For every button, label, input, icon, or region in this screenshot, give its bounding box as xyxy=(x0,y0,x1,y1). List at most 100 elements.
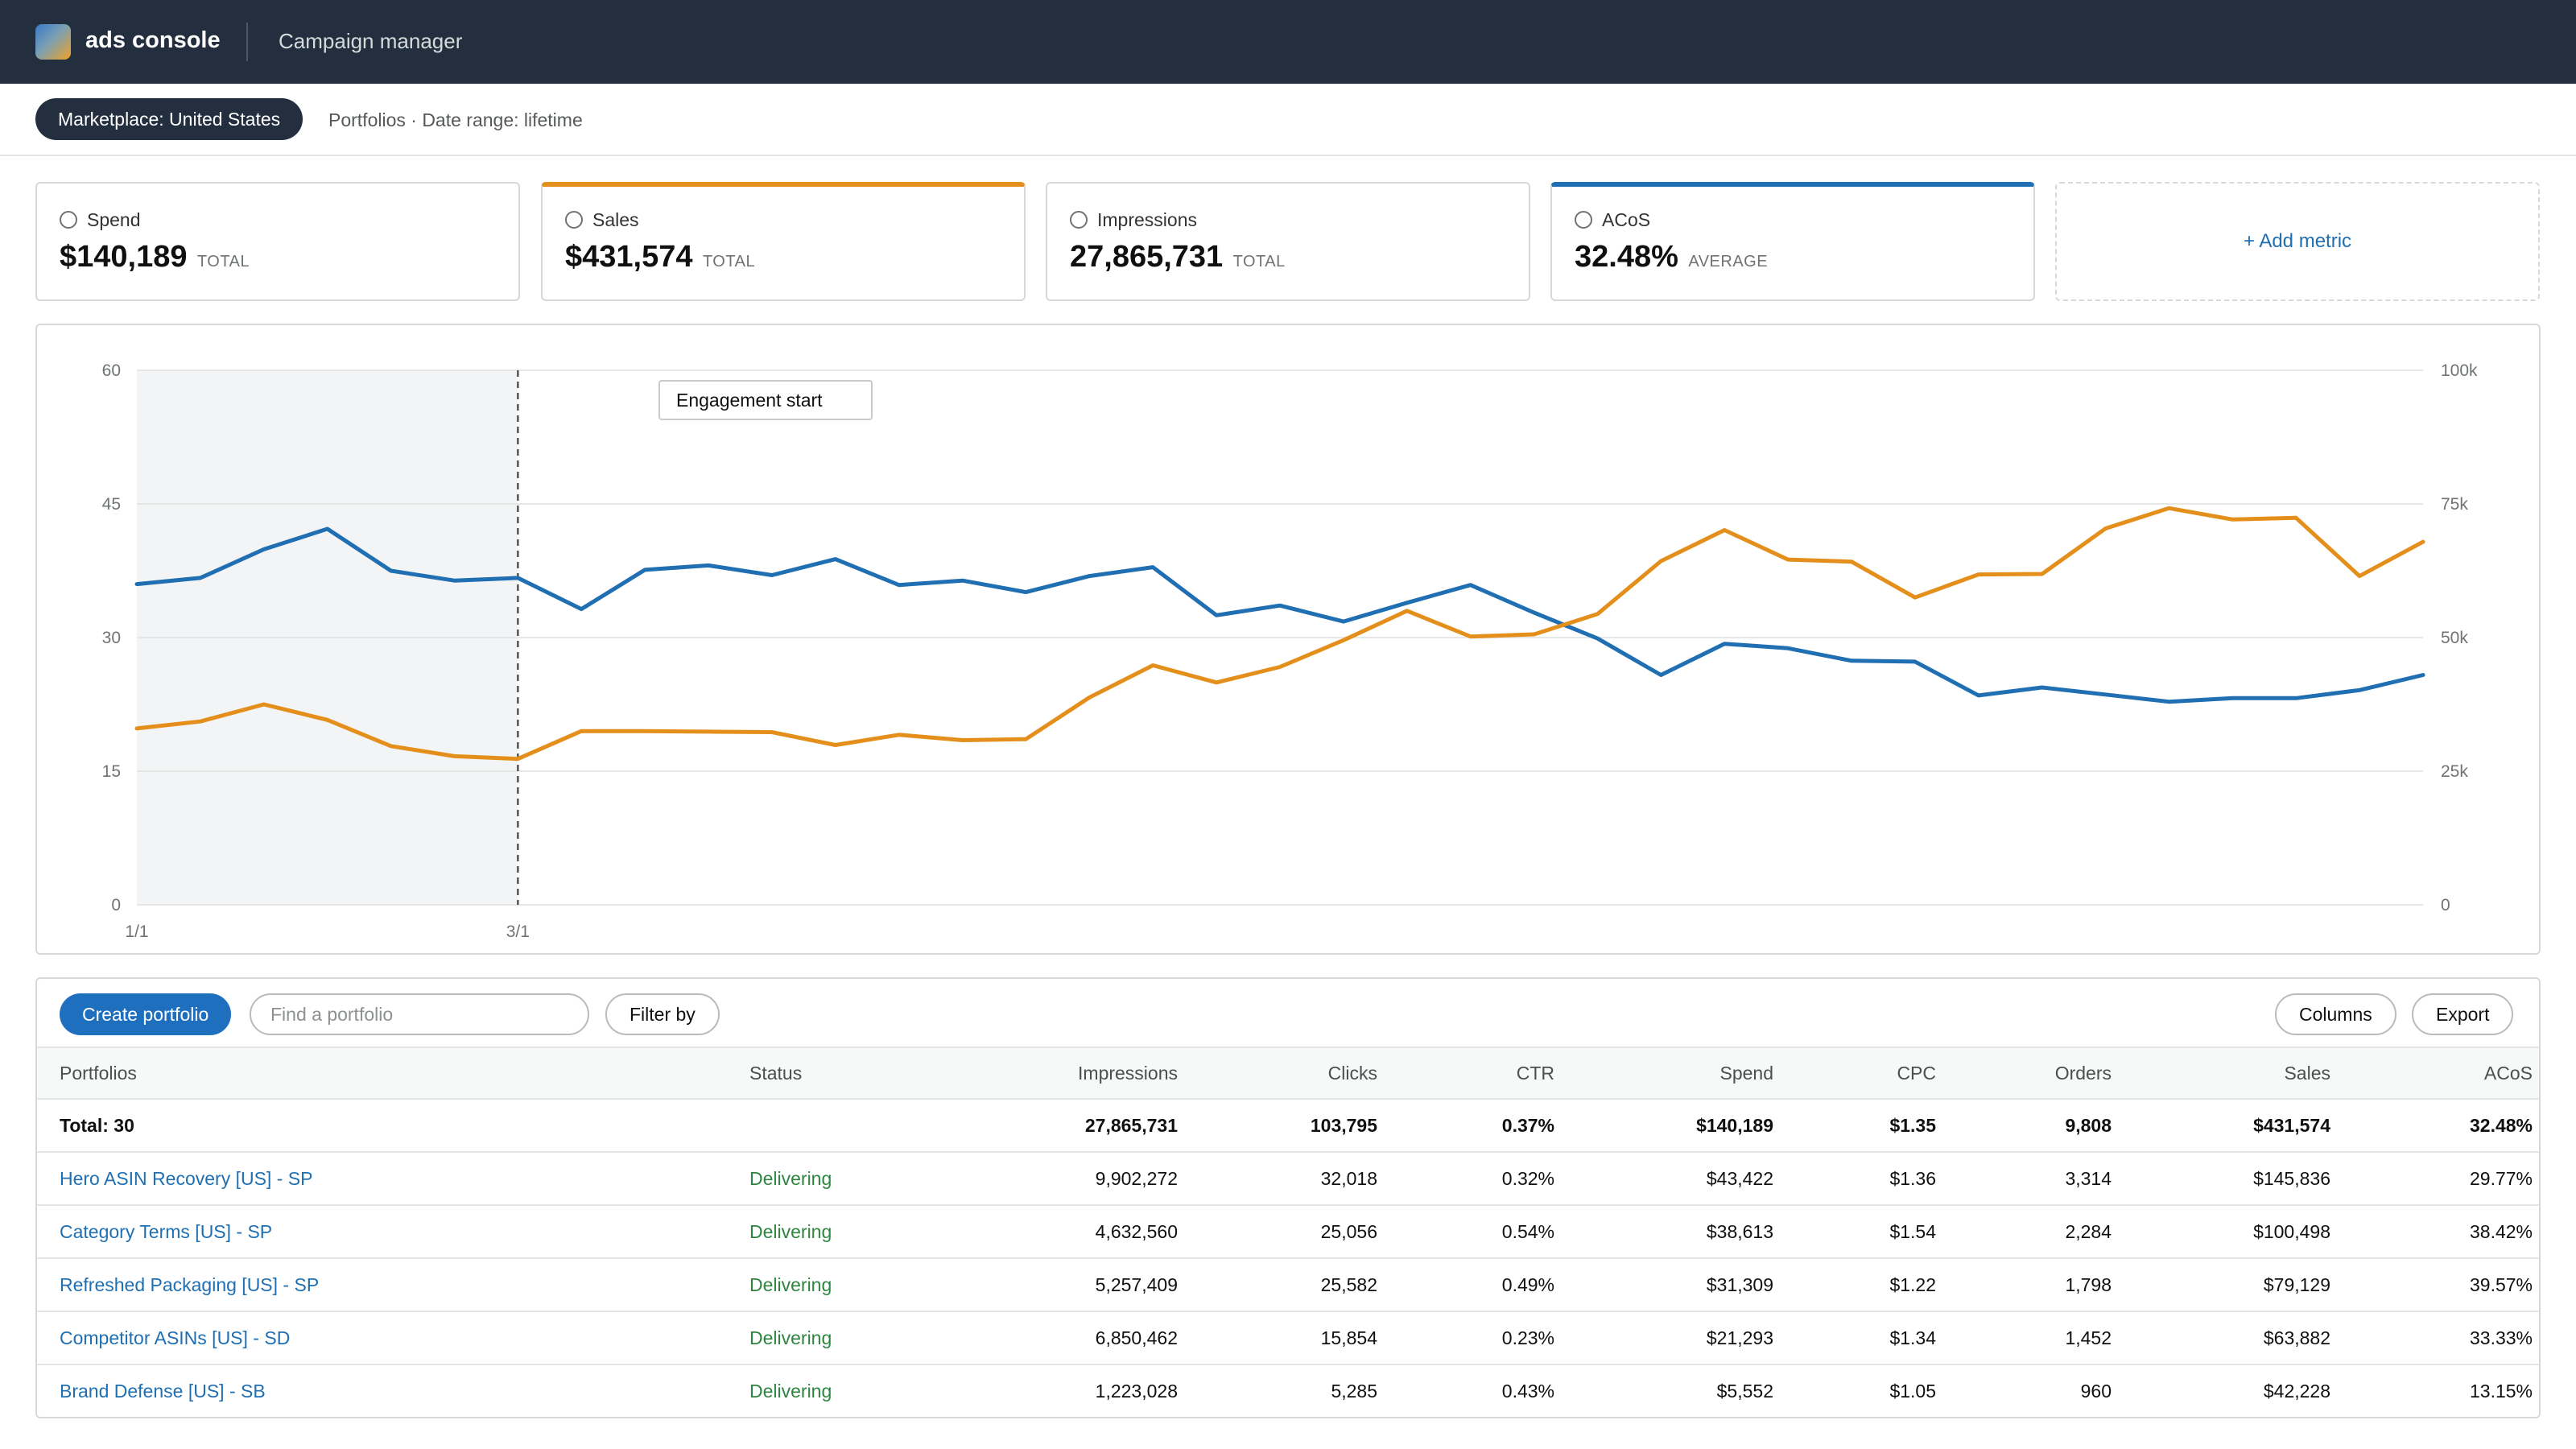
portfolio-name-link[interactable]: Hero ASIN Recovery [US] - SP xyxy=(37,1152,749,1205)
portfolio-search-input[interactable] xyxy=(250,993,589,1035)
column-header-ctr[interactable]: CTR xyxy=(1400,1047,1577,1099)
total-cell: $140,189 xyxy=(1696,1114,1773,1136)
portfolio-name-link[interactable]: Competitor ASINs [US] - SD xyxy=(37,1311,749,1364)
y-left-tick-label: 45 xyxy=(102,495,121,514)
table-cell: 4,632,560 xyxy=(1095,1220,1178,1242)
metric-value: $431,574 xyxy=(565,240,693,274)
portfolio-name-link[interactable]: Category Terms [US] - SP xyxy=(37,1205,749,1258)
status-cell: Delivering xyxy=(749,1380,832,1402)
table-cell: $100,498 xyxy=(2253,1220,2330,1242)
y-right-tick-label: 25k xyxy=(2441,762,2468,781)
total-cell: $1.35 xyxy=(1889,1114,1936,1136)
column-header-status[interactable]: Status xyxy=(749,1047,894,1099)
metric-radio[interactable] xyxy=(1070,211,1088,229)
metric-radio[interactable] xyxy=(60,211,77,229)
column-header-clicks[interactable]: Clicks xyxy=(1200,1047,1400,1099)
metric-sub: TOTAL xyxy=(196,253,250,270)
total-cell: 9,808 xyxy=(2065,1114,2112,1136)
table-row[interactable]: Category Terms [US] - SP Delivering 4,63… xyxy=(37,1205,2539,1258)
table-cell: 0.43% xyxy=(1501,1380,1554,1402)
app-logo-icon[interactable] xyxy=(35,24,71,60)
table-row[interactable]: Competitor ASINs [US] - SD Delivering 6,… xyxy=(37,1311,2539,1364)
column-header-orders[interactable]: Orders xyxy=(1959,1047,2134,1099)
metric-sub: TOTAL xyxy=(702,253,756,270)
table-cell: $5,552 xyxy=(1716,1380,1773,1402)
metric-card-sales[interactable]: Sales $431,574 TOTAL xyxy=(541,182,1026,301)
metric-label: Spend xyxy=(87,209,141,230)
y-right-tick-label: 0 xyxy=(2441,896,2450,914)
y-right-tick-label: 100k xyxy=(2441,361,2478,380)
table-cell: $1.36 xyxy=(1889,1167,1936,1189)
y-right-tick-label: 50k xyxy=(2441,629,2468,647)
column-header-sales[interactable]: Sales xyxy=(2134,1047,2353,1099)
table-cell: 5,257,409 xyxy=(1095,1274,1178,1295)
add-metric-card[interactable]: + Add metric xyxy=(2055,182,2540,301)
metric-radio[interactable] xyxy=(1575,211,1592,229)
total-cell: 103,795 xyxy=(1310,1114,1377,1136)
column-header-spend[interactable]: Spend xyxy=(1577,1047,1796,1099)
total-cell: 32.48% xyxy=(2469,1114,2533,1136)
status-cell: Delivering xyxy=(749,1220,832,1242)
table-cell: 1,452 xyxy=(2065,1327,2112,1348)
column-header-cpc[interactable]: CPC xyxy=(1796,1047,1959,1099)
table-row[interactable]: Hero ASIN Recovery [US] - SP Delivering … xyxy=(37,1152,2539,1205)
metric-value: 32.48% xyxy=(1575,240,1678,274)
table-cell: $63,882 xyxy=(2263,1327,2330,1348)
table-row[interactable]: Refreshed Packaging [US] - SP Delivering… xyxy=(37,1258,2539,1311)
add-metric-button[interactable]: + Add metric xyxy=(2244,230,2351,253)
column-header-acos[interactable]: ACoS xyxy=(2353,1047,2539,1099)
chart-annotation-label: Engagement start xyxy=(658,380,873,420)
y-right-tick-label: 75k xyxy=(2441,495,2468,514)
table-cell: $1.05 xyxy=(1889,1380,1936,1402)
table-header-row: Portfolios Status Impressions Clicks CTR… xyxy=(37,1047,2539,1099)
filter-button[interactable]: Filter by xyxy=(605,993,720,1035)
breadcrumb: Portfolios · Date range: lifetime xyxy=(328,109,583,130)
status-cell: Delivering xyxy=(749,1274,832,1295)
create-portfolio-button[interactable]: Create portfolio xyxy=(60,993,232,1035)
table-row[interactable]: Brand Defense [US] - SB Delivering 1,223… xyxy=(37,1364,2539,1417)
marketplace-selector[interactable]: Marketplace: United States xyxy=(35,98,303,140)
metric-radio[interactable] xyxy=(565,211,583,229)
export-button[interactable]: Export xyxy=(2412,993,2514,1035)
total-cell: Total: 30 xyxy=(60,1114,134,1136)
columns-button[interactable]: Columns xyxy=(2275,993,2396,1035)
table-cell: 5,285 xyxy=(1331,1380,1377,1402)
table-cell: $79,129 xyxy=(2263,1274,2330,1295)
table-cell: 33.33% xyxy=(2469,1327,2533,1348)
header-divider xyxy=(246,23,248,61)
table-cell: 3,314 xyxy=(2065,1167,2112,1189)
y-left-tick-label: 60 xyxy=(102,361,121,380)
portfolio-name-link[interactable]: Brand Defense [US] - SB xyxy=(37,1364,749,1417)
portfolio-name-link[interactable]: Refreshed Packaging [US] - SP xyxy=(37,1258,749,1311)
metric-label: Impressions xyxy=(1097,209,1197,230)
table-cell: 25,056 xyxy=(1320,1220,1377,1242)
table-cell: 2,284 xyxy=(2065,1220,2112,1242)
table-cell: 13.15% xyxy=(2469,1380,2533,1402)
metric-card-spend[interactable]: Spend $140,189 TOTAL xyxy=(35,182,520,301)
metric-card-acos[interactable]: ACoS 32.48% AVERAGE xyxy=(1550,182,2035,301)
table-cell: 15,854 xyxy=(1320,1327,1377,1348)
table-cell: 9,902,272 xyxy=(1095,1167,1178,1189)
portfolio-table: Portfolios Status Impressions Clicks CTR… xyxy=(37,1046,2539,1417)
y-left-tick-label: 15 xyxy=(102,762,121,781)
total-cell: $431,574 xyxy=(2253,1114,2330,1136)
column-header-impressions[interactable]: Impressions xyxy=(894,1047,1200,1099)
metric-sub: AVERAGE xyxy=(1688,253,1769,270)
column-header-portfolios[interactable]: Portfolios xyxy=(37,1047,749,1099)
table-toolbar: Create portfolio Filter by Columns Expor… xyxy=(37,979,2539,1046)
table-cell: 0.32% xyxy=(1501,1167,1554,1189)
table-cell: 1,798 xyxy=(2065,1274,2112,1295)
page-title: Campaign manager xyxy=(279,29,463,53)
metric-card-impressions[interactable]: Impressions 27,865,731 TOTAL xyxy=(1046,182,1530,301)
table-cell: 32,018 xyxy=(1320,1167,1377,1189)
metric-sub: TOTAL xyxy=(1232,253,1286,270)
table-cell: 0.49% xyxy=(1501,1274,1554,1295)
metric-value: $140,189 xyxy=(60,240,188,274)
total-cell: 0.37% xyxy=(1501,1114,1554,1136)
table-cell: 1,223,028 xyxy=(1095,1380,1178,1402)
table-cell: 25,582 xyxy=(1320,1274,1377,1295)
y-left-tick-label: 0 xyxy=(111,896,121,914)
app-name[interactable]: ads console xyxy=(85,27,221,54)
top-bar: ads console Campaign manager xyxy=(0,0,2576,84)
metric-label: ACoS xyxy=(1602,209,1651,230)
